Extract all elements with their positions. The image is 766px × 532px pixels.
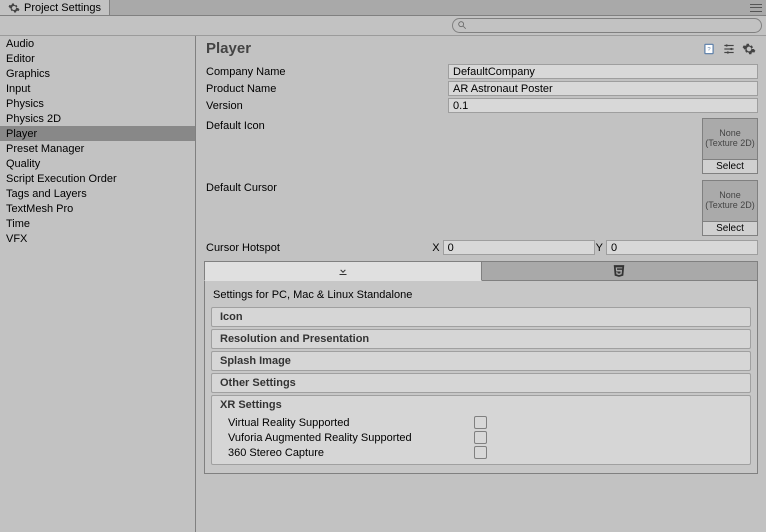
- sidebar-item-audio[interactable]: Audio: [0, 36, 195, 51]
- settings-button[interactable]: [742, 42, 756, 56]
- menu-icon: [750, 4, 762, 12]
- stereo-capture-checkbox[interactable]: [474, 446, 487, 459]
- sidebar-item-input[interactable]: Input: [0, 81, 195, 96]
- section-icon[interactable]: Icon: [211, 307, 751, 327]
- sidebar-item-script-execution-order[interactable]: Script Execution Order: [0, 171, 195, 186]
- sidebar-item-label: VFX: [6, 233, 27, 245]
- sidebar-item-label: Script Execution Order: [6, 173, 117, 185]
- version-label: Version: [204, 100, 448, 112]
- sidebar-item-label: Tags and Layers: [6, 188, 87, 200]
- version-input[interactable]: [448, 98, 758, 113]
- sidebar-item-label: Physics: [6, 98, 44, 110]
- vuforia-supported-checkbox[interactable]: [474, 431, 487, 444]
- sidebar-item-label: Audio: [6, 38, 34, 50]
- default-cursor-select-button[interactable]: Select: [702, 222, 758, 236]
- default-cursor-preview[interactable]: None(Texture 2D): [702, 180, 758, 222]
- sidebar-item-editor[interactable]: Editor: [0, 51, 195, 66]
- download-icon: [337, 265, 349, 277]
- sidebar-item-label: Quality: [6, 158, 40, 170]
- page-title: Player: [206, 40, 251, 57]
- hotspot-y-input[interactable]: [606, 240, 758, 255]
- sidebar-item-label: Player: [6, 128, 37, 140]
- gear-icon: [742, 42, 756, 56]
- content-panel: Player ? Company Name: [196, 36, 766, 532]
- search-bar: [0, 16, 766, 36]
- vuforia-supported-label: Vuforia Augmented Reality Supported: [212, 432, 474, 444]
- html5-icon: [612, 264, 626, 278]
- titlebar: Project Settings: [0, 0, 766, 16]
- sidebar-item-graphics[interactable]: Graphics: [0, 66, 195, 81]
- stereo-capture-label: 360 Stereo Capture: [212, 447, 474, 459]
- cursor-hotspot-label: Cursor Hotspot: [204, 242, 431, 254]
- xr-body: Virtual Reality Supported Vuforia Augmen…: [211, 413, 751, 465]
- sidebar-item-time[interactable]: Time: [0, 216, 195, 231]
- book-icon: ?: [702, 42, 716, 56]
- default-icon-preview[interactable]: None(Texture 2D): [702, 118, 758, 160]
- sidebar-item-label: Preset Manager: [6, 143, 84, 155]
- sidebar-item-label: Physics 2D: [6, 113, 61, 125]
- hotspot-x-label: X: [431, 242, 442, 254]
- default-icon-select-button[interactable]: Select: [702, 160, 758, 174]
- help-button[interactable]: ?: [702, 42, 716, 56]
- default-cursor-label: Default Cursor: [204, 180, 448, 194]
- window-tab[interactable]: Project Settings: [0, 0, 110, 15]
- platform-tab-webgl[interactable]: [482, 261, 759, 281]
- presets-button[interactable]: [722, 42, 736, 56]
- sidebar-item-quality[interactable]: Quality: [0, 156, 195, 171]
- platform-tab-standalone[interactable]: [204, 261, 482, 281]
- sidebar-item-physics[interactable]: Physics: [0, 96, 195, 111]
- company-name-label: Company Name: [204, 66, 448, 78]
- platform-tabs: [204, 261, 758, 281]
- window-title: Project Settings: [24, 2, 101, 14]
- sidebar-item-preset-manager[interactable]: Preset Manager: [0, 141, 195, 156]
- sidebar-item-textmesh-pro[interactable]: TextMesh Pro: [0, 201, 195, 216]
- sidebar-item-label: Input: [6, 83, 30, 95]
- search-input[interactable]: [452, 18, 762, 33]
- gear-icon: [8, 2, 20, 14]
- vr-supported-label: Virtual Reality Supported: [212, 417, 474, 429]
- sidebar-item-label: Graphics: [6, 68, 50, 80]
- sidebar: Audio Editor Graphics Input Physics Phys…: [0, 36, 196, 532]
- hotspot-y-label: Y: [595, 242, 606, 254]
- section-other[interactable]: Other Settings: [211, 373, 751, 393]
- search-icon: [457, 20, 467, 30]
- section-splash[interactable]: Splash Image: [211, 351, 751, 371]
- hotspot-x-input[interactable]: [443, 240, 595, 255]
- product-name-input[interactable]: [448, 81, 758, 96]
- section-xr[interactable]: XR Settings: [211, 395, 751, 415]
- product-name-label: Product Name: [204, 83, 448, 95]
- sliders-icon: [722, 42, 736, 56]
- sidebar-item-tags-layers[interactable]: Tags and Layers: [0, 186, 195, 201]
- sidebar-item-label: Time: [6, 218, 30, 230]
- sidebar-item-physics2d[interactable]: Physics 2D: [0, 111, 195, 126]
- sidebar-item-label: TextMesh Pro: [6, 203, 73, 215]
- platform-panel-title: Settings for PC, Mac & Linux Standalone: [211, 287, 751, 305]
- company-name-input[interactable]: [448, 64, 758, 79]
- vr-supported-checkbox[interactable]: [474, 416, 487, 429]
- default-icon-label: Default Icon: [204, 118, 448, 132]
- window-menu-button[interactable]: [750, 4, 766, 12]
- sidebar-item-label: Editor: [6, 53, 35, 65]
- sidebar-item-vfx[interactable]: VFX: [0, 231, 195, 246]
- platform-panel: Settings for PC, Mac & Linux Standalone …: [204, 281, 758, 474]
- section-resolution[interactable]: Resolution and Presentation: [211, 329, 751, 349]
- sidebar-item-player[interactable]: Player: [0, 126, 195, 141]
